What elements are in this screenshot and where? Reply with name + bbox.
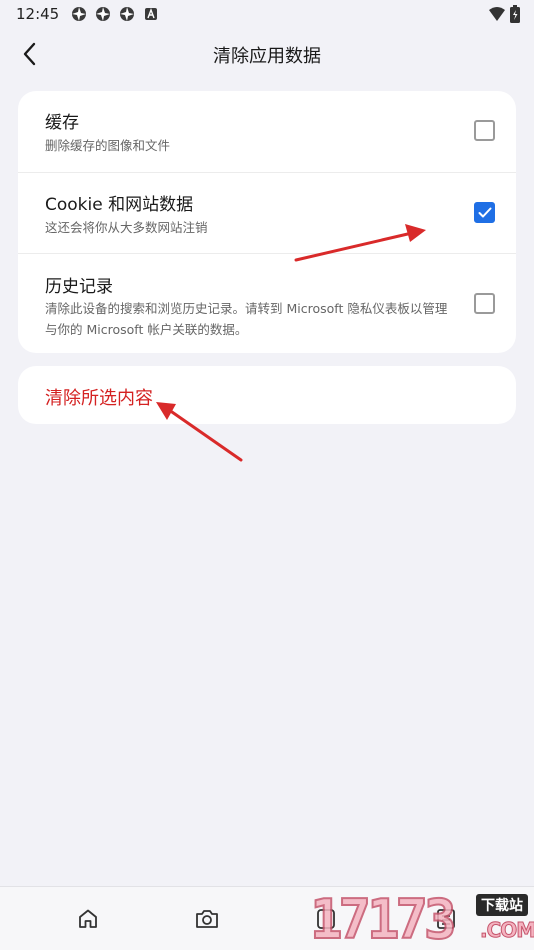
clear-options-card: 缓存 删除缓存的图像和文件 Cookie 和网站数据 这还会将你从大多数网站注销… xyxy=(18,91,516,353)
option-row-history[interactable]: 历史记录 清除此设备的搜索和浏览历史记录。请转到 Microsoft 隐私仪表板… xyxy=(18,253,516,353)
status-time: 12:45 xyxy=(16,5,60,23)
a-badge-icon xyxy=(143,6,159,22)
aperture-icon xyxy=(71,6,87,22)
tabs-icon xyxy=(317,909,335,929)
menu-icon xyxy=(437,909,455,929)
camera-button[interactable] xyxy=(193,905,221,933)
camera-icon xyxy=(196,910,218,928)
aperture-icon xyxy=(95,6,111,22)
page-title: 清除应用数据 xyxy=(213,46,321,67)
top-bar: 清除应用数据 xyxy=(0,30,534,78)
option-description: 这还会将你从大多数网站注销 xyxy=(45,220,208,235)
home-button[interactable] xyxy=(74,905,102,933)
checkmark-icon xyxy=(478,207,491,217)
option-title: 缓存 xyxy=(45,113,79,133)
wifi-icon xyxy=(488,6,506,26)
bottom-navigation xyxy=(0,886,534,950)
cookies-checkbox[interactable] xyxy=(474,202,495,223)
aperture-icon xyxy=(119,6,135,22)
option-title: Cookie 和网站数据 xyxy=(45,195,194,215)
cache-checkbox[interactable] xyxy=(474,120,495,141)
home-icon xyxy=(79,909,97,928)
status-bar: 12:45 xyxy=(0,0,534,28)
clear-selected-button[interactable]: 清除所选内容 xyxy=(18,366,516,424)
menu-button[interactable] xyxy=(432,905,460,933)
option-row-cache[interactable]: 缓存 删除缓存的图像和文件 xyxy=(18,91,516,172)
option-description: 删除缓存的图像和文件 xyxy=(45,138,171,153)
option-title: 历史记录 xyxy=(45,277,113,297)
tabs-button[interactable] xyxy=(312,905,340,933)
history-checkbox[interactable] xyxy=(474,293,495,314)
option-row-cookies[interactable]: Cookie 和网站数据 这还会将你从大多数网站注销 xyxy=(18,172,516,253)
option-description: 清除此设备的搜索和浏览历史记录。请转到 Microsoft 隐私仪表板以管理与你… xyxy=(45,301,448,337)
battery-icon xyxy=(510,5,520,27)
clear-selected-label: 清除所选内容 xyxy=(45,388,153,409)
